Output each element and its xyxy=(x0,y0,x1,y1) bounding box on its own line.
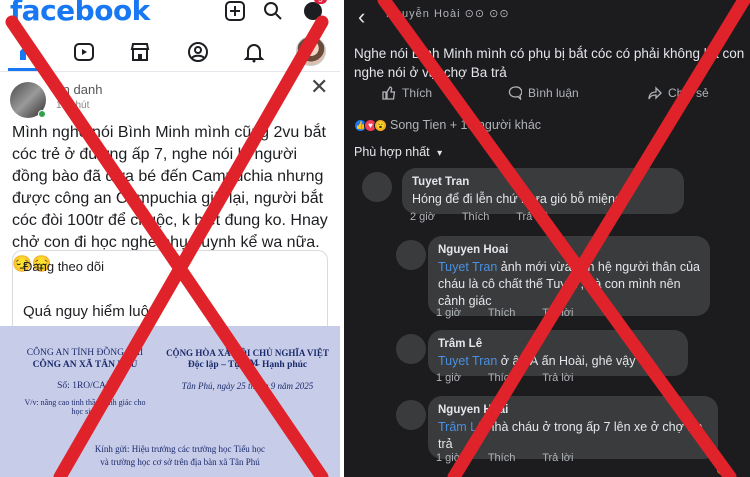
search-icon[interactable] xyxy=(260,0,286,22)
video-icon[interactable] xyxy=(70,38,98,66)
commenter-name[interactable]: Nguyen Hoai xyxy=(438,402,708,419)
comment-like-link[interactable]: Thích xyxy=(488,307,516,319)
commenter-name[interactable]: Trâm Lê xyxy=(438,336,678,353)
comment-time: 2 giờ xyxy=(410,211,435,223)
notification-badge: 9 xyxy=(314,0,328,4)
commenter-name[interactable]: Nguyen Hoai xyxy=(438,242,700,259)
comment-like-link[interactable]: Thích xyxy=(488,452,516,464)
main-nav-bar xyxy=(0,34,340,72)
comment-sort-dropdown[interactable]: Phù hợp nhất ▾ xyxy=(354,145,442,159)
comment-like-link[interactable]: Thích xyxy=(488,372,516,384)
active-tab-indicator xyxy=(8,68,50,71)
post-timestamp: 16 phút xyxy=(56,100,90,111)
reaction-count-text: Song Tien + 13 người khác xyxy=(390,118,542,132)
like-button[interactable]: Thích xyxy=(382,86,432,100)
commenter-avatar[interactable] xyxy=(396,400,426,430)
doc-date: Tân Phú, ngày 25 tháng 9 năm 2025 xyxy=(181,381,314,391)
doc-subject: V/v: nâng cao tinh thần cảnh giác cho họ… xyxy=(24,398,146,416)
shared-post-text: Quá nguy hiểm luôn xyxy=(23,303,158,320)
commenter-avatar[interactable] xyxy=(396,334,426,364)
doc-number: Số: 1RO/CAX xyxy=(57,381,113,391)
comment-meta: 2 giờ Thích Trả lời xyxy=(410,211,571,223)
comment-reaction[interactable]: 1😮 xyxy=(716,451,750,476)
sort-label: Phù hợp nhất xyxy=(354,145,430,159)
post-action-bar: Thích Bình luận Chia sẻ xyxy=(344,86,750,106)
like-label: Thích xyxy=(402,86,433,100)
comment-text: ở âu Á ấn Hoài, ghê vậy xyxy=(497,354,636,368)
mention-tag[interactable]: Tuyet Tran xyxy=(438,354,497,368)
chevron-down-icon: ▾ xyxy=(437,148,443,159)
reaction-summary[interactable]: 👍 ♥ 😮 Song Tien + 13 người khác xyxy=(354,118,541,132)
reaction-count: 1 xyxy=(716,451,723,463)
comment-bubble: Nguyen Hoai Tuyet Tran ảnh mới vừa liên … xyxy=(428,236,710,316)
wow-reaction-icon: 😮 xyxy=(716,464,730,476)
comment-button[interactable]: Bình luận xyxy=(508,86,579,100)
comment-text: Hóng để đi lễn chứ mưa gió bỗ miệng xyxy=(412,192,622,206)
comment-time: 1 giờ xyxy=(436,372,461,384)
post-body-text: Nghe nói Bình Minh mình có phụ bị bắt có… xyxy=(354,46,745,80)
doc-recipient-line2: và trường học cơ sở trên địa bàn xã Tân … xyxy=(100,457,260,467)
comment-reply-link[interactable]: Trả lời xyxy=(516,211,547,223)
profile-icon[interactable] xyxy=(184,38,212,66)
doc-agency-line2: CÔNG AN XÃ TÂN PHÚ xyxy=(32,360,138,370)
thumbs-up-icon xyxy=(382,86,396,100)
share-button[interactable]: Chia sẻ xyxy=(648,86,709,100)
comment-meta: 1 giờ Thích Trả lời xyxy=(436,452,597,464)
comment-meta: 1 giờ Thích Trả lời xyxy=(436,307,597,319)
comment-bubble: Tuyet Tran Hóng để đi lễn chứ mưa gió bỗ… xyxy=(402,168,684,214)
share-label: Chia sẻ xyxy=(668,86,709,100)
marketplace-icon[interactable] xyxy=(126,38,154,66)
comment-time: 1 giờ xyxy=(436,307,461,319)
right-screenshot: ‹ Nguyễn Hoài ⊙⊙ ⊙⊙ Nghe nói Bình Minh m… xyxy=(344,0,750,477)
doc-agency-line1: CÔNG AN TỈNH ĐỒNG NAI xyxy=(26,348,144,358)
bell-icon[interactable] xyxy=(240,38,268,66)
comment-like-link[interactable]: Thích xyxy=(462,211,490,223)
post-author-name[interactable]: Ẩn danh xyxy=(54,82,102,97)
official-document-image: CÔNG AN TỈNH ĐỒNG NAI CÔNG AN XÃ TÂN PHÚ… xyxy=(0,326,340,477)
doc-republic-line2: Độc lập – Tự do – Hạnh phúc xyxy=(187,360,308,370)
share-icon xyxy=(648,86,662,100)
post-header: Ẩn danh 16 phút xyxy=(0,72,340,120)
messenger-icon[interactable]: 9 xyxy=(300,0,328,22)
mention-tag[interactable]: Trâm Lê xyxy=(438,420,484,434)
commenter-name[interactable]: Tuyet Tran xyxy=(412,174,674,191)
create-plus-icon[interactable] xyxy=(222,0,248,22)
user-avatar[interactable] xyxy=(296,36,326,66)
commenter-avatar[interactable] xyxy=(362,172,392,202)
header-title: Nguyễn Hoài ⊙⊙ ⊙⊙ xyxy=(386,8,510,20)
mention-tag[interactable]: Tuyet Tran xyxy=(438,260,497,274)
comment-bubble: Trâm Lê Tuyet Tran ở âu Á ấn Hoài, ghê v… xyxy=(428,330,688,376)
comment-bubble: Nguyen Hoai Trâm Lê nhà cháu ở trong ấp … xyxy=(428,396,718,459)
commenter-avatar[interactable] xyxy=(396,240,426,270)
comment-meta: 1 giờ Thích Trả lời xyxy=(436,372,597,384)
doc-recipient-line1: Kính gửi: Hiệu trưởng các trường học Tiể… xyxy=(94,444,266,454)
comment-reply-link[interactable]: Trả lời xyxy=(542,307,573,319)
back-arrow-icon[interactable]: ‹ xyxy=(358,4,365,30)
left-screenshot: facebook 9 Ẩn danh 16 phút ✕ M xyxy=(0,0,340,477)
home-icon[interactable] xyxy=(14,38,42,66)
comment-time: 1 giờ xyxy=(436,452,461,464)
shared-post-header: Đang theo dõi xyxy=(23,259,104,274)
facebook-logo: facebook xyxy=(10,0,150,27)
close-icon[interactable]: ✕ xyxy=(310,74,328,100)
comment-label: Bình luận xyxy=(528,86,579,100)
comment-reply-link[interactable]: Trả lời xyxy=(542,372,573,384)
wow-reaction-icon: 😮 xyxy=(374,118,387,132)
comment-reply-link[interactable]: Trả lời xyxy=(542,452,573,464)
comment-icon xyxy=(508,86,522,100)
online-status-dot xyxy=(38,110,46,118)
